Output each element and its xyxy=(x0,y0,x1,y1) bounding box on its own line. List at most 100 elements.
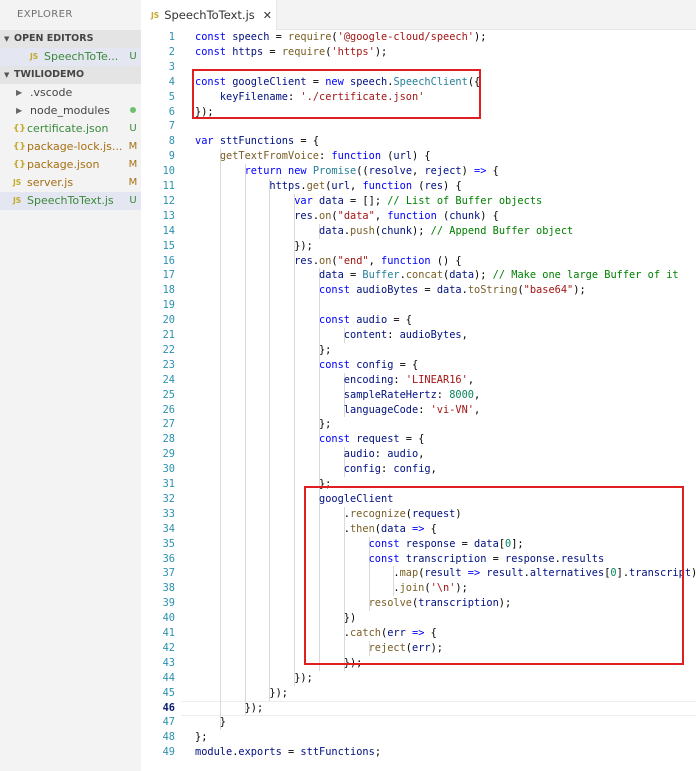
code-line[interactable]: 9 getTextFromVoice: function (url) { xyxy=(141,149,696,164)
code-token: reject xyxy=(424,165,462,178)
json-file-icon: {} xyxy=(13,160,26,170)
tree-item-node-modules[interactable]: ▶ node_modules xyxy=(0,102,141,120)
code-line[interactable]: 17 data = Buffer.concat(data); // Make o… xyxy=(141,268,696,283)
tree-item-label: .vscode xyxy=(30,86,73,99)
code-line[interactable]: 2 const https = require('https'); xyxy=(141,45,696,60)
code-text: }; xyxy=(195,417,331,432)
code-token: , xyxy=(418,448,425,461)
line-number: 18 xyxy=(162,284,175,297)
chevron-down-icon: ▼ xyxy=(4,35,10,43)
code-line[interactable]: 19 xyxy=(141,298,696,313)
code-text: const https = require('https'); xyxy=(195,45,387,60)
line-number: 13 xyxy=(162,209,175,222)
code-line[interactable]: 14 data.push(chunk); // Append Buffer ob… xyxy=(141,224,696,239)
line-number: 15 xyxy=(162,239,175,252)
code-text: const config = { xyxy=(195,358,418,373)
code-token: Promise xyxy=(312,165,357,178)
code-token: function xyxy=(362,180,419,192)
code-token: // List of Buffer objects xyxy=(387,194,543,207)
project-header[interactable]: ▼ TWILIODEMO xyxy=(0,66,141,84)
code-token: const xyxy=(319,284,357,297)
code-line[interactable]: 26 languageCode: 'vi-VN', xyxy=(141,403,696,418)
tree-item-certificate-json[interactable]: {} certificate.json U xyxy=(0,120,141,138)
code-line[interactable]: 47 } xyxy=(141,715,696,730)
code-token: res xyxy=(294,209,313,222)
code-line[interactable]: 13 res.on("data", function (chunk) { xyxy=(141,209,696,224)
code-token: audio xyxy=(356,314,388,327)
line-number: 8 xyxy=(168,135,175,148)
tree-item-package-lock[interactable]: {} package-lock.js... M xyxy=(0,138,141,156)
code-token: => xyxy=(474,165,487,178)
code-line[interactable]: 46 }); xyxy=(141,701,696,716)
code-token: url xyxy=(331,180,351,192)
code-line[interactable]: 49 module.exports = sttFunctions; xyxy=(141,745,696,760)
close-icon[interactable]: ✕ xyxy=(263,9,272,22)
highlight-box-recognize-call xyxy=(304,486,684,665)
code-line[interactable]: 7 xyxy=(141,119,696,134)
code-token: }); xyxy=(195,701,264,714)
code-line[interactable]: 28 const request = { xyxy=(141,432,696,447)
open-editors-header[interactable]: ▼ OPEN EDITORS xyxy=(0,30,141,48)
code-token: , xyxy=(412,165,425,178)
code-token: resolve xyxy=(368,165,413,178)
code-line[interactable]: 8 var sttFunctions = { xyxy=(141,134,696,149)
code-token: config xyxy=(343,463,381,476)
line-number: 34 xyxy=(162,522,175,535)
code-line[interactable]: 30 config: config, xyxy=(141,462,696,477)
code-token: function xyxy=(331,150,388,163)
tree-item-speechtotext-js[interactable]: JS SpeechToText.js U xyxy=(0,192,141,210)
code-line[interactable]: 20 const audio = { xyxy=(141,313,696,328)
code-line[interactable]: 23 const config = { xyxy=(141,358,696,373)
code-token: https xyxy=(269,180,301,192)
code-line[interactable]: 27 }; xyxy=(141,417,696,432)
code-text: const audioBytes = data.toString("base64… xyxy=(195,283,586,298)
code-token: sampleRateHertz xyxy=(343,388,437,401)
code-token: var xyxy=(294,194,320,207)
code-line[interactable]: 21 content: audioBytes, xyxy=(141,328,696,343)
tab-speechtotext[interactable]: JS SpeechToText.js ✕ xyxy=(141,0,277,30)
code-line[interactable]: 45 }); xyxy=(141,686,696,701)
line-number: 16 xyxy=(162,254,175,267)
code-token: = { xyxy=(399,433,425,446)
project-label: TWILIODEMO xyxy=(14,69,85,80)
tree-item-server-js[interactable]: JS server.js M xyxy=(0,174,141,192)
code-line[interactable]: 18 const audioBytes = data.toString("bas… xyxy=(141,283,696,298)
tree-item-vscode[interactable]: ▶ .vscode xyxy=(0,84,141,102)
code-editor[interactable]: 1 const speech = require('@google-cloud/s… xyxy=(141,30,696,771)
line-number: 14 xyxy=(162,224,175,237)
code-line[interactable]: 25 sampleRateHertz: 8000, xyxy=(141,388,696,403)
tree-item-label: certificate.json xyxy=(27,122,109,135)
code-token: '@google-cloud/speech' xyxy=(337,31,475,43)
code-line[interactable]: 44 }); xyxy=(141,671,696,686)
code-line[interactable]: 11 https.get(url, function (res) { xyxy=(141,179,696,194)
line-number: 38 xyxy=(162,582,175,595)
code-line[interactable]: 12 var data = []; // List of Buffer obje… xyxy=(141,194,696,209)
code-token: : xyxy=(319,150,332,163)
code-token: https xyxy=(232,45,264,58)
line-number: 11 xyxy=(162,180,175,192)
code-token: 'vi-VN' xyxy=(430,403,475,416)
code-token: const xyxy=(319,433,357,446)
code-token: = { xyxy=(294,135,320,148)
code-line[interactable]: 10 return new Promise((resolve, reject) … xyxy=(141,164,696,179)
code-line[interactable]: 48}; xyxy=(141,730,696,745)
code-line[interactable]: 16 res.on("end", function () { xyxy=(141,254,696,269)
open-editor-item[interactable]: JS SpeechToTe... U xyxy=(0,48,141,66)
line-number: 9 xyxy=(168,150,175,163)
code-line[interactable]: 24 encoding: 'LINEAR16', xyxy=(141,373,696,388)
tree-item-label: package.json xyxy=(27,158,100,171)
code-text: }); xyxy=(195,686,288,701)
code-line[interactable]: 15 }); xyxy=(141,239,696,254)
tree-item-package-json[interactable]: {} package.json M xyxy=(0,156,141,174)
code-line[interactable]: 22 }; xyxy=(141,343,696,358)
code-line[interactable]: 29 audio: audio, xyxy=(141,447,696,462)
code-text: config: config, xyxy=(195,462,437,477)
code-line[interactable]: 1 const speech = require('@google-cloud/s… xyxy=(141,30,696,45)
